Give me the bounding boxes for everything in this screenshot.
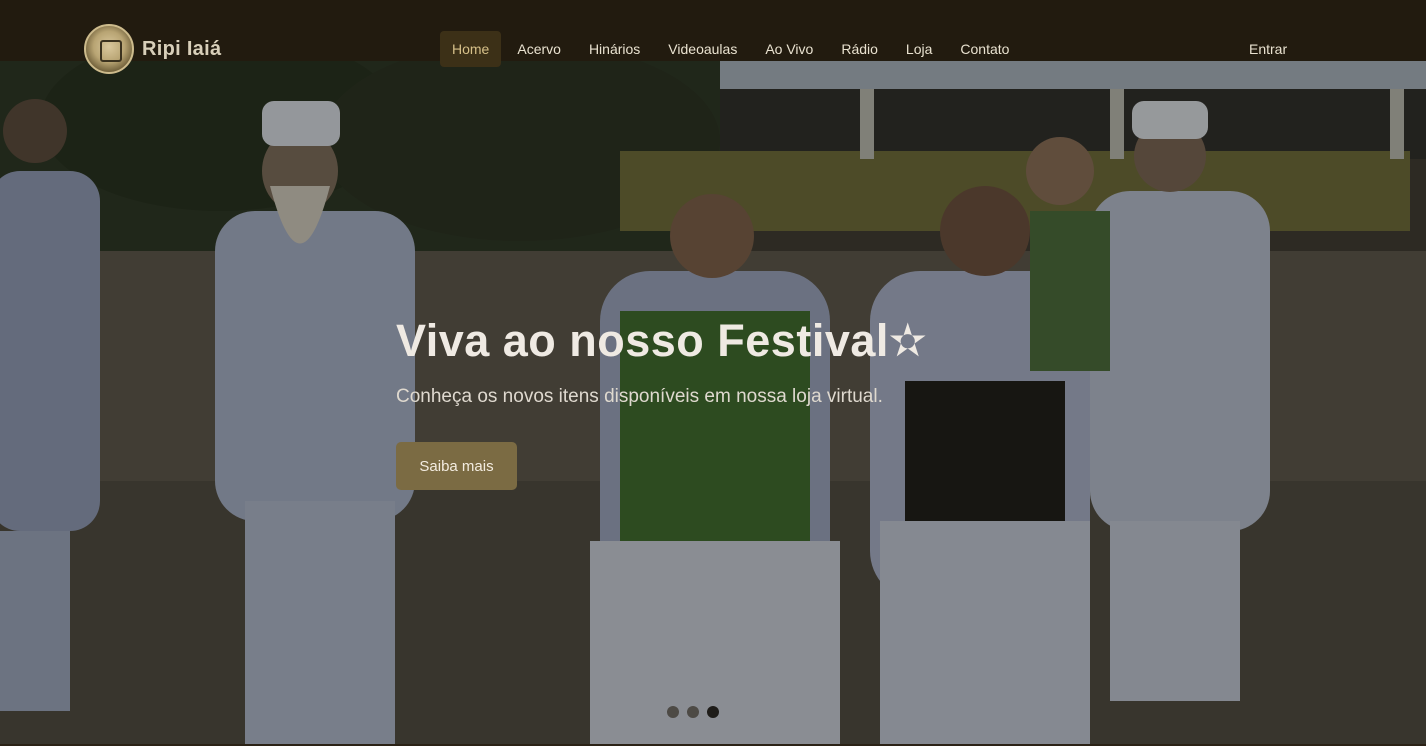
hero-carousel: Viva ao nosso Festival✫ Conheça os novos… [0, 61, 1426, 744]
brand[interactable]: Ripi Iaiá [84, 24, 221, 74]
hero-subtitle: Conheça os novos itens disponíveis em no… [396, 386, 883, 407]
nav-item-contato[interactable]: Contato [948, 31, 1021, 67]
brand-name: Ripi Iaiá [142, 37, 222, 60]
top-navbar: Ripi Iaiá Home Acervo Hinários Videoaula… [0, 0, 1426, 74]
nav-item-home[interactable]: Home [440, 31, 502, 67]
nav-item-hinarios[interactable]: Hinários [577, 31, 652, 67]
login-link[interactable]: Entrar [1249, 41, 1287, 57]
carousel-dot-3[interactable] [707, 706, 719, 718]
nav-item-loja[interactable]: Loja [894, 31, 944, 67]
learn-more-button[interactable]: Saiba mais [396, 442, 517, 490]
nav-item-acervo[interactable]: Acervo [505, 31, 573, 67]
main-nav: Home Acervo Hinários Videoaulas Ao Vivo … [440, 31, 1025, 67]
carousel-dot-1[interactable] [667, 706, 679, 718]
carousel-dot-2[interactable] [687, 706, 699, 718]
seal-logo-icon [84, 24, 134, 74]
nav-item-ao-vivo[interactable]: Ao Vivo [753, 31, 825, 67]
carousel-indicators [667, 706, 719, 718]
nav-item-radio[interactable]: Rádio [829, 31, 890, 67]
nav-item-videoaulas[interactable]: Videoaulas [656, 31, 749, 67]
hero-caption: Viva ao nosso Festival✫ Conheça os novos… [396, 314, 1036, 490]
hero-title: Viva ao nosso Festival✫ [396, 315, 928, 366]
